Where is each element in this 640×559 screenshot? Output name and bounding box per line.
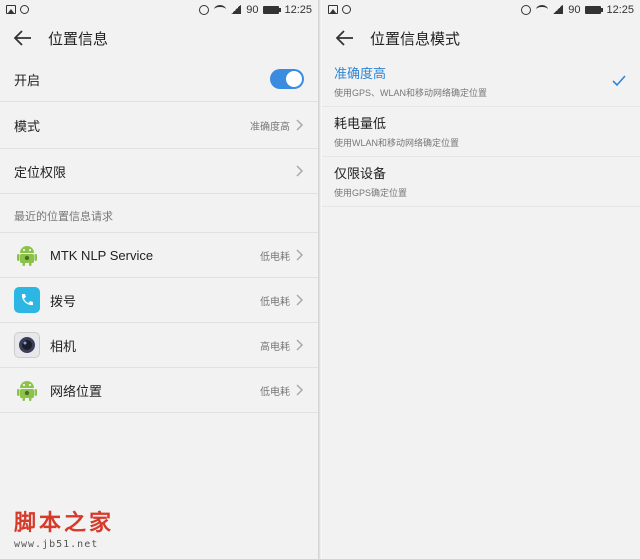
mode-value: 准确度高 [250, 121, 290, 133]
android-icon [14, 377, 40, 403]
chevron-right-icon [296, 119, 304, 131]
app-name: 相机 [50, 338, 77, 354]
mode-description: 使用WLAN和移动网络确定位置 [334, 137, 460, 148]
app-bar: 位置信息 [0, 19, 318, 57]
app-row-network-location[interactable]: 网络位置 低电耗 [0, 368, 318, 413]
watermark-url: www.jb51.net [14, 539, 99, 550]
location-settings-screen: 90 12:25 位置信息 开启 模式 准确度高 定位权限 最近的位置信息请求 [0, 0, 318, 559]
app-row-dialer[interactable]: 拨号 低电耗 [0, 278, 318, 323]
mode-description: 使用GPS、WLAN和移动网络确定位置 [334, 87, 488, 98]
mode-row[interactable]: 模式 准确度高 [0, 102, 318, 149]
status-bar: 90 12:25 [0, 0, 318, 19]
image-notification-icon [6, 5, 16, 14]
app-usage: 高电耗 [260, 341, 290, 353]
battery-level: 90 [568, 3, 581, 16]
battery-icon [585, 5, 604, 14]
mode-title: 准确度高 [334, 65, 387, 81]
page-title: 位置信息 [48, 30, 109, 48]
alarm-icon [521, 4, 532, 15]
signal-icon [231, 5, 242, 14]
clock: 12:25 [606, 3, 634, 16]
chevron-right-icon [296, 165, 304, 177]
app-name: MTK NLP Service [50, 247, 154, 263]
watermark: 脚本之家 www.jb51.net [14, 505, 144, 550]
mode-option-battery-saving[interactable]: 耗电量低 使用WLAN和移动网络确定位置 [322, 107, 640, 157]
app-name: 拨号 [50, 293, 77, 309]
back-arrow-icon[interactable] [334, 27, 356, 49]
wifi-icon [536, 5, 549, 14]
battery-level: 90 [246, 3, 259, 16]
android-icon [14, 242, 40, 268]
mode-title: 仅限设备 [334, 165, 387, 181]
chevron-right-icon [296, 294, 304, 306]
status-bar: 90 12:25 [322, 0, 640, 19]
mode-label: 模式 [14, 118, 41, 134]
chevron-right-icon [296, 339, 304, 351]
recent-requests-header: 最近的位置信息请求 [0, 194, 318, 233]
permission-row[interactable]: 定位权限 [0, 149, 318, 194]
mode-option-device-only[interactable]: 仅限设备 使用GPS确定位置 [322, 157, 640, 207]
app-usage: 低电耗 [260, 386, 290, 398]
location-toggle-row[interactable]: 开启 [0, 57, 318, 102]
permission-label: 定位权限 [14, 164, 67, 180]
watermark-text: 脚本之家 [14, 510, 115, 536]
app-bar: 位置信息模式 [322, 19, 640, 57]
alarm-icon [199, 4, 210, 15]
sync-notification-icon [20, 5, 29, 14]
signal-icon [553, 5, 564, 14]
sync-notification-icon [342, 5, 351, 14]
clock: 12:25 [284, 3, 312, 16]
chevron-right-icon [296, 249, 304, 261]
app-row-camera[interactable]: 相机 高电耗 [0, 323, 318, 368]
check-icon [612, 74, 626, 86]
location-switch[interactable] [270, 69, 304, 89]
mode-title: 耗电量低 [334, 115, 387, 131]
mode-option-high-accuracy[interactable]: 准确度高 使用GPS、WLAN和移动网络确定位置 [322, 57, 640, 107]
image-notification-icon [328, 5, 338, 14]
camera-icon [14, 332, 40, 358]
toggle-label: 开启 [14, 72, 41, 88]
app-usage: 低电耗 [260, 296, 290, 308]
chevron-right-icon [296, 384, 304, 396]
app-row-mtk-nlp[interactable]: MTK NLP Service 低电耗 [0, 233, 318, 278]
wifi-icon [214, 5, 227, 14]
mode-description: 使用GPS确定位置 [334, 187, 408, 198]
page-title: 位置信息模式 [370, 30, 461, 48]
back-arrow-icon[interactable] [12, 27, 34, 49]
location-mode-screen: 90 12:25 位置信息模式 准确度高 使用GPS、WLAN和移动网络确定位置… [322, 0, 640, 559]
app-name: 网络位置 [50, 383, 103, 399]
battery-icon [263, 5, 282, 14]
phone-icon [14, 287, 40, 313]
app-usage: 低电耗 [260, 251, 290, 263]
